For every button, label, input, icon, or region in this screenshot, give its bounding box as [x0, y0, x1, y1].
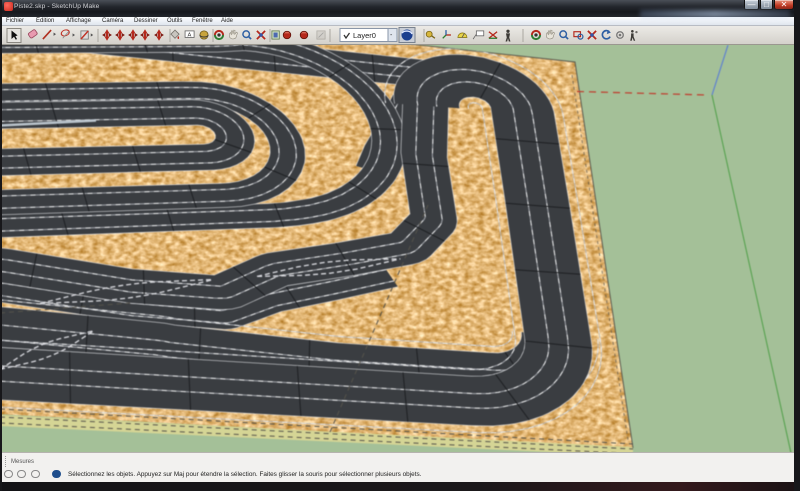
- svg-text:Layer0: Layer0: [353, 31, 376, 40]
- svg-text:A: A: [188, 33, 192, 39]
